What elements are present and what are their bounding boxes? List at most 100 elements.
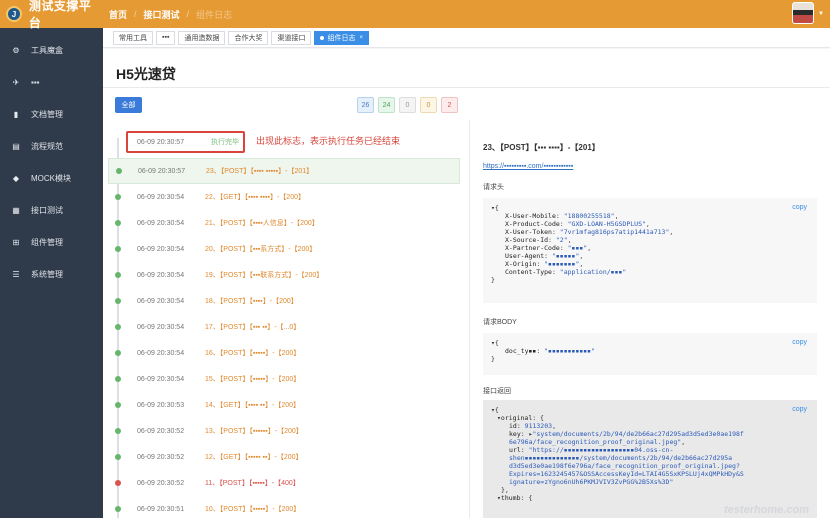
tab-data-gen[interactable]: 通用造数据 [178, 30, 226, 45]
json-line: Content-Type: "application/▪▪▪" [505, 268, 627, 276]
breadcrumb-separator: / [134, 9, 137, 19]
tab-strip: 常用工具 ▪▪▪ 通用造数据 合作大奖 渠道接口 组件日志 × [103, 28, 830, 48]
count-success-badge[interactable]: 24 [378, 97, 395, 113]
sidebar-item-label: 工具魔盒 [31, 45, 63, 55]
timeline-row[interactable]: 06-09 20:30:54 22、【GET】【▪▪▪▪ ▪▪▪▪】-【200】 [108, 184, 460, 210]
timeline-row[interactable]: 06-09 20:30:52 13、【POST】【▪▪▪▪▪▪】-【200】 [108, 418, 460, 444]
json-line: User-Agent: "▪▪▪▪▪", [505, 252, 584, 260]
json-open[interactable]: ▾{ [491, 204, 809, 212]
timeline-row[interactable]: 06-09 20:30:51 10、【POST】【▪▪▪▪▪】-【200】 [108, 496, 460, 518]
logo: J [6, 6, 22, 22]
timeline-row[interactable]: 06-09 20:30:54 21、【POST】【▪▪▪▪人信息】-【200】 [108, 210, 460, 236]
timeline-row[interactable]: 06-09 20:30:54 17、【POST】【▪▪▪ ▪▪】-【...0】 [108, 314, 460, 340]
json-line: X-User-Mobile: "18800255518", [505, 212, 619, 220]
tab-hidden[interactable]: ▪▪▪ [156, 30, 176, 45]
timeline-row[interactable]: 06-09 20:30:54 18、【POST】【▪▪▪▪】-【200】 [108, 288, 460, 314]
json-line: Expires=1623245457&OSSAccessKeyId=LTAI4G… [509, 470, 744, 478]
json-line: 6e796a/face_recognition_proof_original.j… [509, 438, 686, 446]
json-line[interactable]: ▾original: { [491, 414, 809, 422]
tab-channel-api[interactable]: 渠道接口 [271, 30, 312, 45]
json-close: } [491, 276, 495, 284]
log-timeline: 06-09 20:30:57 执行完毕 出现此标志，表示执行任务已经结束 06-… [108, 120, 470, 518]
copy-button[interactable]: copy [792, 406, 807, 414]
sidebar-item-docs[interactable]: ▮ 文档管理 [0, 98, 103, 130]
json-line[interactable]: ▾thumb: { [491, 494, 809, 502]
status-dot [115, 402, 121, 408]
sidebar-item-label: 接口测试 [31, 205, 63, 215]
annotation-box [126, 131, 245, 153]
sidebar-item-hidden[interactable]: ✈ ▪▪▪ [0, 66, 103, 98]
row-label: 13、【POST】【▪▪▪▪▪▪】-【200】 [205, 428, 303, 435]
breadcrumb-api-test[interactable]: 接口测试 [144, 8, 180, 21]
count-warning-badge[interactable]: 0 [420, 97, 437, 113]
watermark: testerhome.com [724, 504, 809, 516]
timeline-row[interactable]: 06-09 20:30:54 15、【POST】【▪▪▪▪▪】-【200】 [108, 366, 460, 392]
grid-icon: ▦ [12, 205, 20, 215]
timeline-row-error[interactable]: 06-09 20:30:52 11、【POST】【▪▪▪▪▪】-【400】 [108, 470, 460, 496]
response-json: copy ▾{ ▾original: { id: 9113203, key: ▸… [483, 400, 817, 518]
row-time: 06-09 20:30:54 [137, 245, 185, 253]
body-label: 请求BODY [483, 319, 517, 326]
sidebar-item-components[interactable]: ⊞ 组件管理 [0, 226, 103, 258]
json-line: ignature=zYgno6nUh6PKMJVIV3ZvPGG%2B5Xs%3… [509, 478, 674, 486]
row-time: 06-09 20:30:51 [137, 505, 185, 513]
row-time: 06-09 20:30:54 [137, 349, 185, 357]
status-dot [115, 376, 121, 382]
sidebar-item-process[interactable]: ▤ 流程规范 [0, 130, 103, 162]
page-title: H5光速贷 [116, 66, 176, 82]
file-icon: ▮ [13, 109, 19, 119]
json-line: X-Partner-Code: "▪▪▪", [505, 244, 592, 252]
json-line: X-Origin: "▪▪▪▪▪▪▪", [505, 260, 584, 268]
filter-all-button[interactable]: 全部 [115, 97, 142, 113]
brand[interactable]: J 测试支撑平台 [0, 0, 103, 30]
tab-common-tools[interactable]: 常用工具 [113, 30, 153, 45]
detail-title: 23、【POST】【▪▪▪ ▪▪▪▪】-【201】 [483, 143, 600, 152]
json-close: } [491, 355, 495, 363]
caret-down-icon[interactable]: ▼ [818, 11, 824, 17]
json-line: key: ▸"system/documents/2b/94/de2b66ac27… [509, 430, 744, 438]
breadcrumb-current: 组件日志 [196, 9, 233, 20]
timeline-row[interactable]: 06-09 20:30:54 19、【POST】【▪▪▪联系方式】-【200】 [108, 262, 460, 288]
count-pending-badge[interactable]: 0 [399, 97, 416, 113]
row-time: 06-09 20:30:54 [137, 375, 185, 383]
timeline-row[interactable]: 06-09 20:30:53 14、【GET】【▪▪▪▪ ▪▪】-【200】 [108, 392, 460, 418]
row-label: 16、【POST】【▪▪▪▪▪】-【200】 [205, 350, 301, 357]
timeline-row[interactable]: 06-09 20:30:54 20、【POST】【▪▪▪系方式】-【200】 [108, 236, 460, 262]
timeline-row[interactable]: 06-09 20:30:57 23、【POST】【▪▪▪▪ ▪▪▪▪▪】-【201… [108, 158, 460, 184]
json-open[interactable]: ▾{ [491, 406, 809, 414]
status-dot [115, 428, 121, 434]
tab-partner[interactable]: 合作大奖 [228, 30, 269, 45]
json-line: }, [501, 486, 509, 494]
breadcrumb-home[interactable]: 首页 [109, 8, 127, 21]
row-time: 06-09 20:30:54 [137, 219, 185, 227]
row-label: 23、【POST】【▪▪▪▪ ▪▪▪▪▪】-【201】 [206, 168, 314, 175]
row-time: 06-09 20:30:54 [137, 297, 185, 305]
json-line: shen▪▪▪▪▪▪▪▪▪▪▪▪▪▪/system/documents/2b/9… [509, 454, 733, 462]
detail-url-link[interactable]: https://▪▪▪▪▪▪▪▪▪.com/▪▪▪▪▪▪▪▪▪▪▪▪ [483, 163, 573, 170]
annotation-text: 出现此标志，表示执行任务已经结束 [256, 136, 401, 146]
count-total-badge[interactable]: 26 [357, 97, 374, 113]
copy-button[interactable]: copy [792, 339, 807, 347]
timeline-row[interactable]: 06-09 20:30:54 16、【POST】【▪▪▪▪▪】-【200】 [108, 340, 460, 366]
sidebar-item-mock[interactable]: ◆ MOCK模块 [0, 162, 103, 194]
row-time: 06-09 20:30:54 [137, 271, 185, 279]
row-time: 06-09 20:30:57 [138, 167, 186, 175]
sidebar-item-system[interactable]: ☰ 系统管理 [0, 258, 103, 290]
timeline-row[interactable]: 06-09 20:30:52 12、【GET】【▪▪▪▪▪ ▪▪】-【200】 [108, 444, 460, 470]
status-dot [115, 454, 121, 460]
status-dot [115, 350, 121, 356]
json-open[interactable]: ▾{ [491, 339, 809, 347]
sidebar-item-api-test[interactable]: ▦ 接口测试 [0, 194, 103, 226]
count-error-badge[interactable]: 2 [441, 97, 458, 113]
cube-icon: ◆ [12, 173, 20, 183]
avatar[interactable] [792, 2, 814, 24]
row-label: 10、【POST】【▪▪▪▪▪】-【200】 [205, 506, 301, 513]
row-time: 06-09 20:30:54 [137, 323, 185, 331]
row-label: 15、【POST】【▪▪▪▪▪】-【200】 [205, 376, 301, 383]
copy-button[interactable]: copy [792, 204, 807, 212]
tab-component-log[interactable]: 组件日志 × [314, 30, 369, 45]
close-icon[interactable]: × [359, 35, 363, 41]
sidebar-nav: ⚙ 工具魔盒 ✈ ▪▪▪ ▮ 文档管理 ▤ 流程规范 ◆ MOCK模块 ▦ 接口测试 ⊞ 组件… [0, 28, 103, 290]
sidebar-item-label: 文档管理 [31, 109, 63, 119]
sidebar-item-tools[interactable]: ⚙ 工具魔盒 [0, 34, 103, 66]
